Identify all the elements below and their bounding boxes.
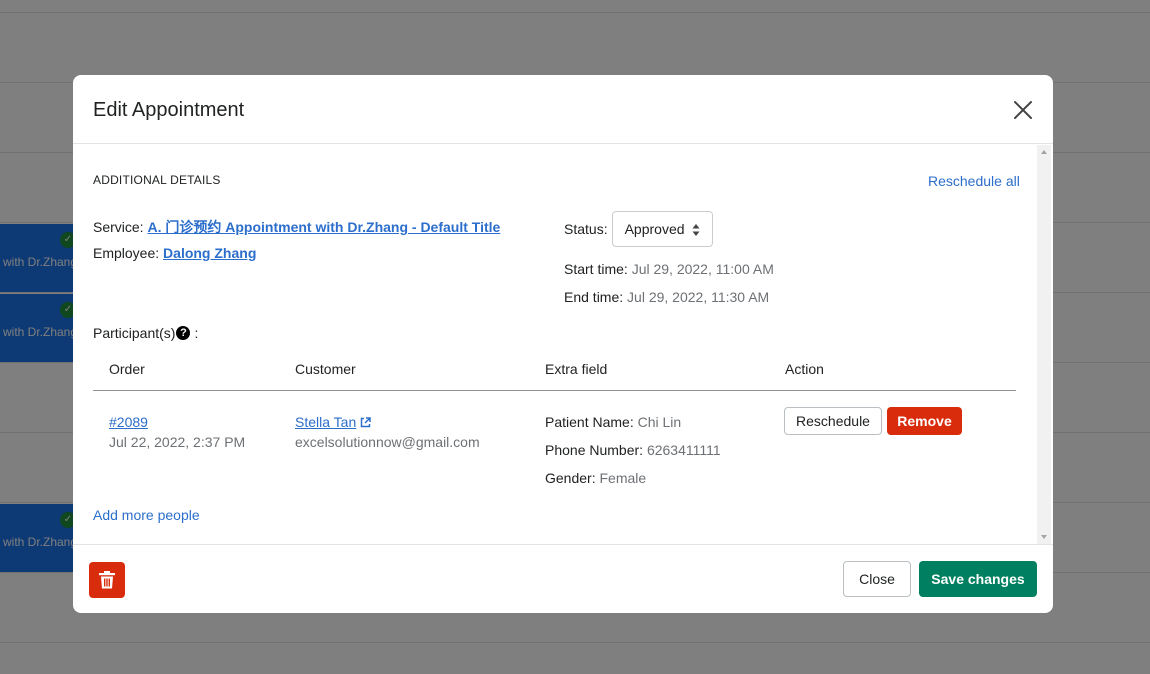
end-time-value: Jul 29, 2022, 11:30 AM — [627, 289, 770, 305]
close-button[interactable]: Close — [843, 561, 911, 597]
customer-cell: Stella Tan — [295, 414, 371, 430]
status-label: Status: — [564, 221, 608, 237]
employee-link[interactable]: Dalong Zhang — [163, 245, 256, 261]
start-time-row: Start time: Jul 29, 2022, 11:00 AM — [564, 261, 774, 277]
edit-appointment-modal: Edit Appointment ADDITIONAL DETAILS Resc… — [73, 75, 1053, 613]
modal-title: Edit Appointment — [93, 99, 245, 121]
participants-text: Participant(s) — [93, 325, 176, 341]
end-time-label: End time: — [564, 289, 624, 305]
extra-field-phone: Phone Number: 6263411111 — [545, 442, 721, 458]
service-row: Service: A. 门诊预约 Appointment with Dr.Zha… — [93, 217, 500, 237]
employee-label: Employee: — [93, 245, 160, 261]
status-value: Approved — [624, 221, 685, 237]
save-changes-button[interactable]: Save changes — [919, 561, 1037, 597]
remove-button[interactable]: Remove — [887, 407, 962, 435]
service-label: Service: — [93, 219, 144, 235]
delete-button[interactable] — [89, 562, 125, 598]
reschedule-all-link[interactable]: Reschedule all — [928, 173, 1020, 189]
status-select[interactable]: Approved — [611, 211, 713, 247]
order-link[interactable]: #2089 — [109, 414, 148, 430]
modal-header: Edit Appointment — [73, 75, 1053, 144]
extra-field-label: Phone Number: — [545, 442, 644, 458]
header-action: Action — [785, 361, 824, 377]
header-extra-field: Extra field — [545, 361, 608, 377]
help-icon[interactable]: ? — [176, 326, 191, 340]
modal-footer: Close Save changes — [73, 544, 1053, 613]
section-title: ADDITIONAL DETAILS — [93, 173, 221, 187]
participants-colon: : — [194, 325, 199, 341]
trash-icon — [99, 571, 115, 589]
modal-body: ADDITIONAL DETAILS Reschedule all Servic… — [73, 145, 1053, 544]
participants-label: Participant(s) ? : — [93, 325, 198, 341]
close-icon[interactable] — [1011, 98, 1035, 122]
chevron-updown-icon — [692, 224, 700, 236]
extra-field-label: Patient Name: — [545, 414, 634, 430]
extra-field-value: Female — [599, 470, 647, 486]
participants-table-header: Order Customer Extra field Action — [93, 350, 1016, 391]
header-customer: Customer — [295, 361, 356, 377]
external-link-icon[interactable] — [360, 416, 371, 428]
scroll-up-icon[interactable] — [1041, 150, 1047, 154]
add-more-people-link[interactable]: Add more people — [93, 507, 200, 523]
customer-link[interactable]: Stella Tan — [295, 414, 356, 430]
reschedule-button[interactable]: Reschedule — [784, 407, 882, 435]
scrollbar[interactable] — [1037, 145, 1051, 544]
header-order: Order — [109, 361, 145, 377]
status-row: Status: Approved — [564, 211, 713, 247]
extra-field-patient: Patient Name: Chi Lin — [545, 414, 681, 430]
end-time-row: End time: Jul 29, 2022, 11:30 AM — [564, 289, 769, 305]
scroll-down-icon[interactable] — [1041, 535, 1047, 539]
extra-field-gender: Gender: Female — [545, 470, 646, 486]
extra-field-label: Gender: — [545, 470, 596, 486]
service-link[interactable]: A. 门诊预约 Appointment with Dr.Zhang - Defa… — [147, 219, 500, 235]
extra-field-value: Chi Lin — [637, 414, 682, 430]
customer-email: excelsolutionnow@gmail.com — [295, 434, 480, 450]
start-time-value: Jul 29, 2022, 11:00 AM — [631, 261, 774, 277]
extra-field-value: 6263411111 — [646, 442, 721, 458]
order-date: Jul 22, 2022, 2:37 PM — [109, 434, 246, 450]
employee-row: Employee: Dalong Zhang — [93, 245, 256, 261]
start-time-label: Start time: — [564, 261, 628, 277]
